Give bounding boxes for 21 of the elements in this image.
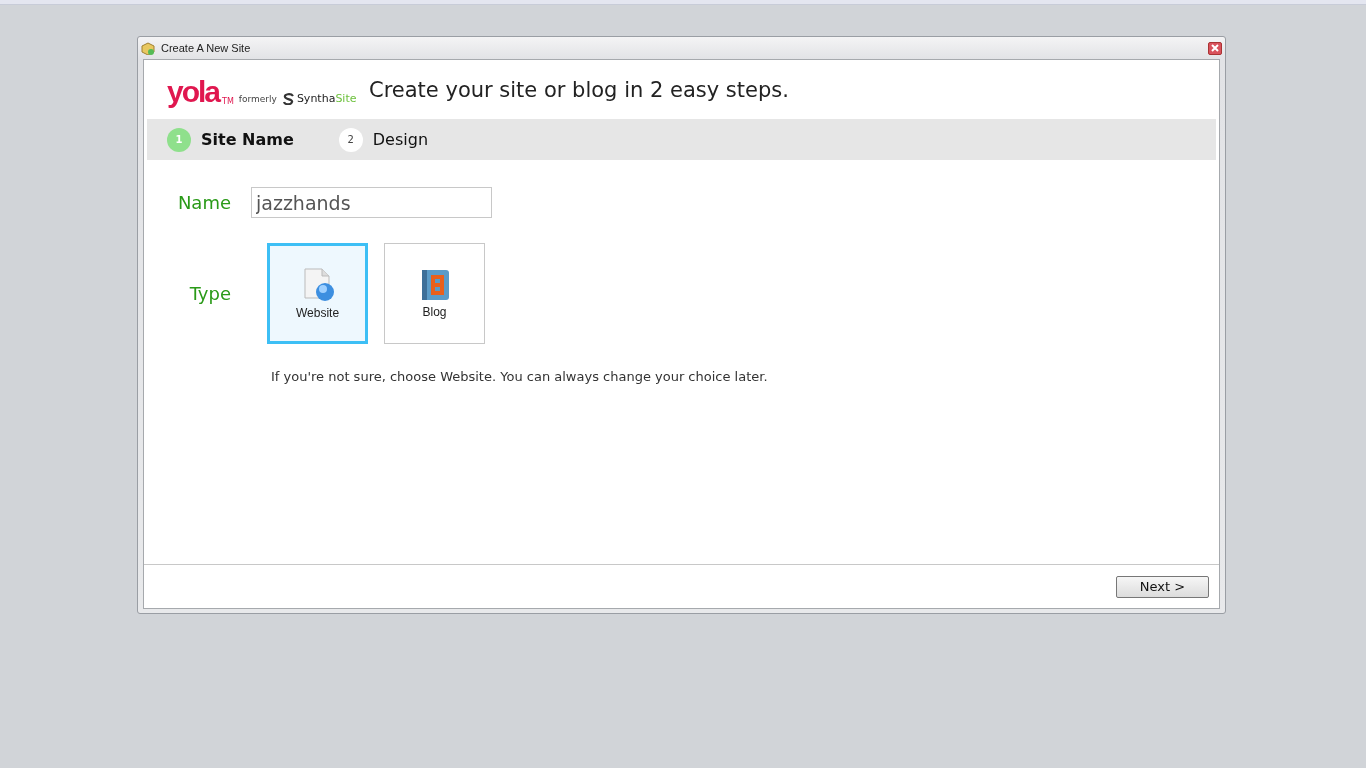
- next-button[interactable]: Next >: [1116, 575, 1209, 598]
- step-number: 1: [167, 127, 191, 152]
- window-title: Create A New Site: [161, 42, 252, 54]
- former-brand-suffix: Site: [335, 91, 357, 106]
- page-heading: Create your site or blog in 2 easy steps.: [369, 77, 789, 102]
- step-number: 2: [338, 127, 363, 152]
- field-label: Type: [188, 283, 232, 304]
- logo-wordmark: yola: [167, 77, 220, 106]
- step-label: Design: [372, 130, 429, 149]
- site-type-option[interactable]: Blog: [384, 243, 485, 344]
- logo-caption: formerly: [238, 92, 277, 106]
- former-brand-name: Syntha: [296, 91, 336, 106]
- field-label: Name: [176, 192, 232, 213]
- hint-text: If you're not sure, choose Website. You can always change your choice later.: [271, 369, 769, 384]
- step-label: Site Name: [201, 130, 294, 149]
- site-type-option[interactable]: Website: [267, 243, 368, 344]
- s-swirl-icon: [282, 92, 294, 105]
- trademark-mark: TM: [222, 96, 234, 106]
- close-icon: [1211, 44, 1219, 52]
- name-input[interactable]: jazzhands: [251, 187, 492, 218]
- close-button[interactable]: [1208, 41, 1222, 55]
